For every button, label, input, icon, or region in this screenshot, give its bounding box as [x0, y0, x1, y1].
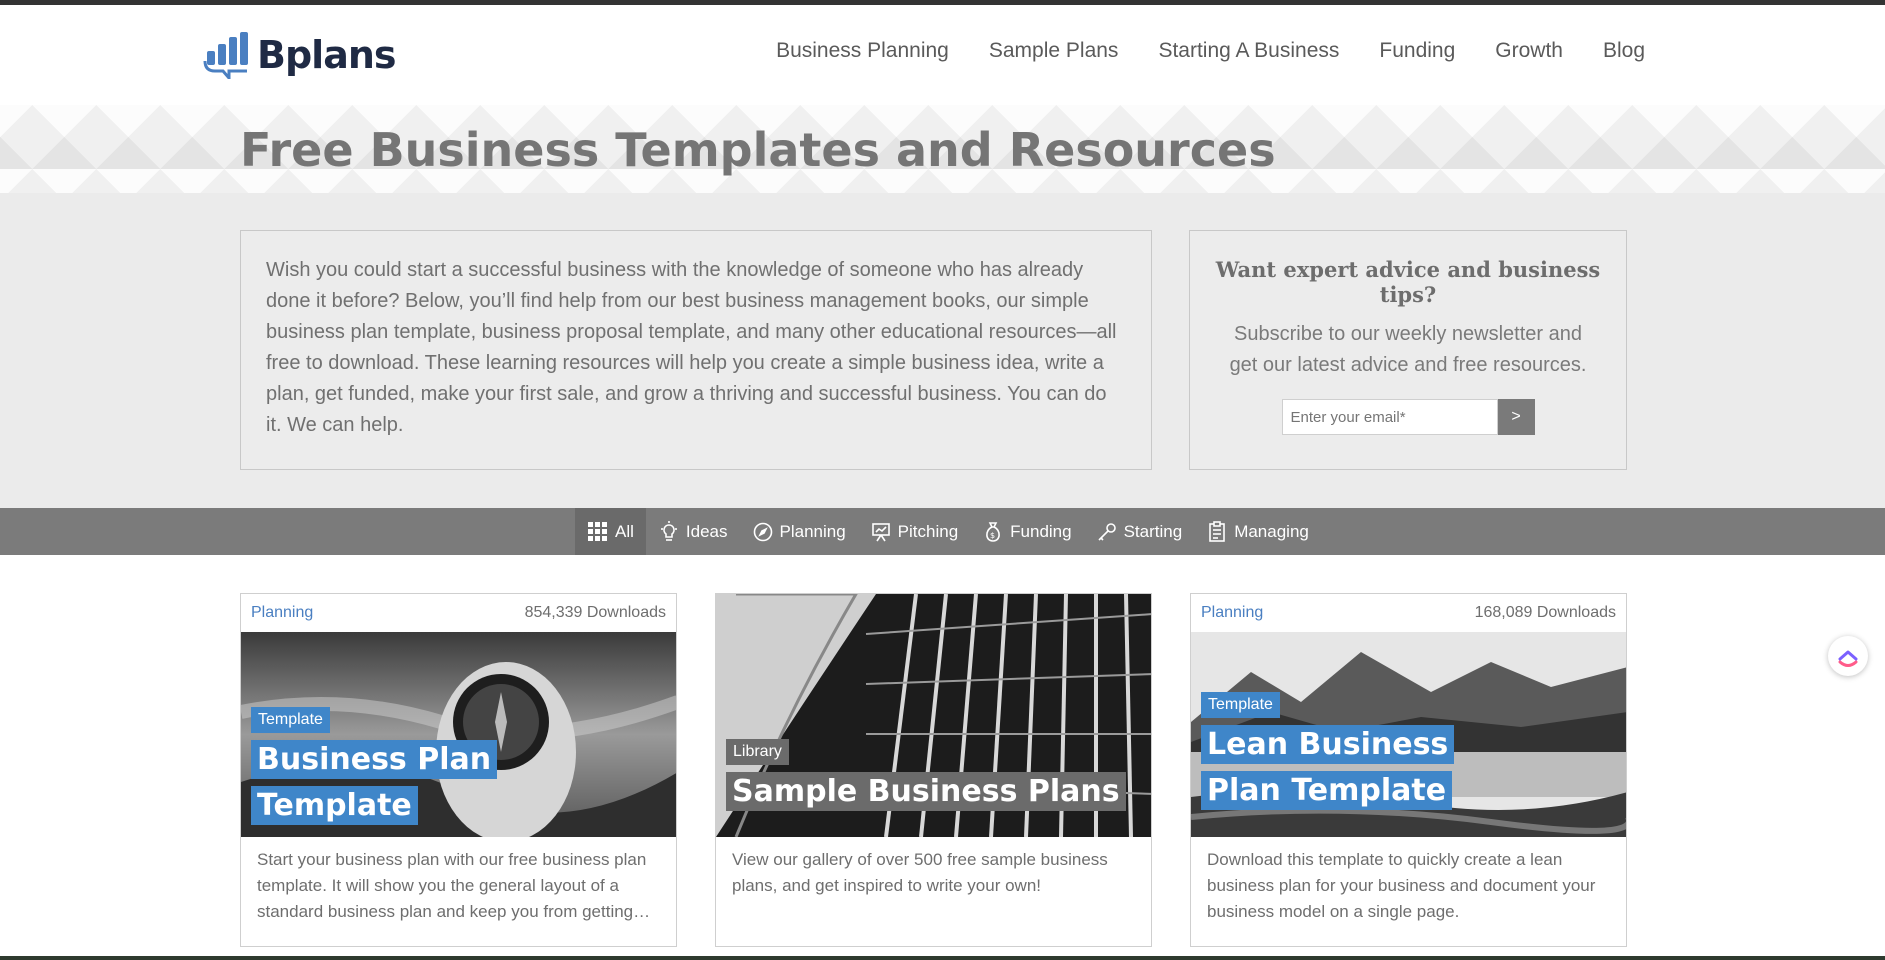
- filter-label: Pitching: [897, 521, 959, 541]
- card-title-wrap: Lean Business Plan Template: [1201, 722, 1501, 814]
- intro-box: Wish you could start a successful busine…: [240, 230, 1152, 470]
- filter-label: Starting: [1123, 521, 1183, 541]
- card-downloads: 854,339 Downloads: [524, 604, 666, 621]
- widget-logo-icon: [1838, 650, 1858, 667]
- clipboard-icon: [1206, 520, 1228, 543]
- card-description: Download this template to quickly create…: [1207, 850, 1596, 921]
- card-category[interactable]: Planning: [1201, 604, 1263, 622]
- hero-banner: Free Business Templates and Resources: [0, 105, 1885, 193]
- lightbulb-icon: [658, 520, 680, 543]
- filter-label: Managing: [1234, 521, 1309, 541]
- card-downloads: 168,089 Downloads: [1474, 604, 1616, 621]
- key-icon: [1096, 521, 1118, 543]
- newsletter-text: Subscribe to our weekly newsletter and g…: [1229, 323, 1587, 376]
- filter-label: Planning: [779, 521, 846, 541]
- chat-widget-button[interactable]: [1828, 636, 1868, 676]
- page-title: Free Business Templates and Resources: [240, 123, 1276, 177]
- card-type-badge: Template: [251, 707, 330, 733]
- nav-blog[interactable]: Blog: [1603, 39, 1645, 63]
- card-meta: Planning 168,089 Downloads: [1191, 594, 1626, 632]
- presentation-icon: [870, 521, 892, 543]
- category-filter-bar: All Ideas Planning Pitching $ Funding St…: [0, 508, 1885, 555]
- nav-sample-plans[interactable]: Sample Plans: [989, 39, 1119, 63]
- resource-card-business-plan-template[interactable]: Planning 854,339 Downloads Template Busi…: [240, 593, 677, 947]
- card-meta: Planning 854,339 Downloads: [241, 594, 676, 632]
- newsletter-form: >: [1190, 399, 1626, 435]
- filter-funding[interactable]: $ Funding: [970, 508, 1083, 555]
- filter-starting[interactable]: Starting: [1084, 508, 1195, 555]
- card-description: View our gallery of over 500 free sample…: [732, 850, 1108, 895]
- brand-name: Bplans: [257, 33, 397, 77]
- intro-text: Wish you could start a successful busine…: [266, 259, 1117, 436]
- card-title[interactable]: Business Plan Template: [251, 740, 498, 825]
- nav-starting-a-business[interactable]: Starting A Business: [1158, 39, 1339, 63]
- filter-pitching[interactable]: Pitching: [858, 508, 970, 555]
- card-title[interactable]: Lean Business Plan Template: [1201, 725, 1455, 810]
- filter-managing[interactable]: Managing: [1194, 508, 1321, 555]
- filter-label: Ideas: [685, 521, 728, 541]
- subscribe-button[interactable]: >: [1497, 399, 1535, 435]
- filter-label: Funding: [1010, 521, 1072, 541]
- filter-planning[interactable]: Planning: [740, 508, 858, 555]
- main-nav: Business Planning Sample Plans Starting …: [776, 39, 1645, 63]
- card-title-wrap: Business Plan Template: [251, 737, 651, 829]
- svg-text:$: $: [990, 531, 995, 540]
- logo-mark-icon: [203, 32, 248, 79]
- resource-card-lean-business-plan-template[interactable]: Planning 168,089 Downloads Template Lean…: [1190, 593, 1627, 947]
- card-category[interactable]: Planning: [251, 604, 313, 622]
- nav-growth[interactable]: Growth: [1495, 39, 1563, 63]
- compass-icon: [752, 521, 774, 543]
- grid-icon: [587, 521, 609, 543]
- card-title-wrap: Sample Business Plans: [726, 769, 1126, 815]
- newsletter-box: Want expert advice and business tips? Su…: [1189, 230, 1627, 470]
- money-bag-icon: $: [982, 521, 1004, 543]
- card-title[interactable]: Sample Business Plans: [726, 772, 1126, 811]
- card-description: Start your business plan with our free b…: [257, 850, 651, 921]
- newsletter-title: Want expert advice and business tips?: [1215, 257, 1601, 307]
- site-header: Bplans Business Planning Sample Plans St…: [0, 5, 1885, 105]
- nav-funding[interactable]: Funding: [1379, 39, 1455, 63]
- intro-section: Wish you could start a successful busine…: [0, 193, 1885, 508]
- bplans-logo[interactable]: Bplans: [203, 31, 397, 79]
- filter-all[interactable]: All: [575, 508, 646, 555]
- filter-ideas[interactable]: Ideas: [646, 508, 740, 555]
- email-input[interactable]: [1281, 399, 1498, 435]
- card-type-badge: Template: [1201, 692, 1280, 718]
- filter-label: All: [615, 521, 634, 541]
- bottom-border: [0, 956, 1885, 960]
- resource-card-sample-business-plans[interactable]: Library Sample Business Plans View our g…: [715, 593, 1152, 947]
- nav-business-planning[interactable]: Business Planning: [776, 39, 949, 63]
- card-type-badge: Library: [726, 739, 789, 765]
